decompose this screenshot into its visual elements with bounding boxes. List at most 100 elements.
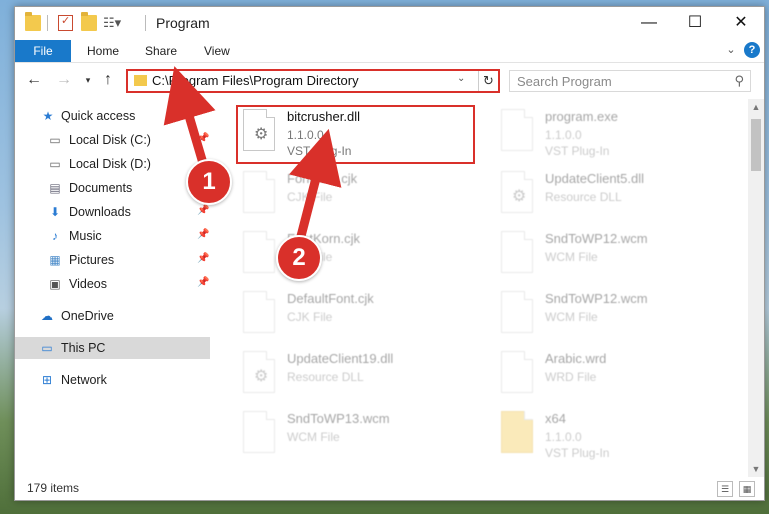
sidebar-item-network[interactable]: ⊞ Network (15, 369, 210, 391)
divider (47, 15, 48, 31)
file-type: WCM File (287, 430, 340, 444)
sidebar-item-label: Local Disk (C:) (69, 133, 151, 147)
minimize-button[interactable]: — (626, 7, 672, 40)
file-item[interactable]: ⚙ UpdateClient19.dll Resource DLL (239, 351, 479, 407)
file-icon (243, 411, 275, 453)
file-name: x64 (545, 411, 566, 426)
file-type: WCM File (545, 250, 598, 264)
scroll-up-icon[interactable]: ▲ (748, 99, 764, 115)
tab-view[interactable]: View (204, 40, 230, 62)
step-2-badge: 2 (276, 235, 322, 281)
divider (145, 15, 146, 31)
gear-icon: ⚙ (254, 368, 269, 385)
file-item[interactable]: program.exe 1.1.0.0 VST Plug-In (497, 109, 737, 165)
folder-icon (25, 12, 41, 31)
properties-icon[interactable] (58, 14, 73, 31)
star-icon: ★ (42, 109, 54, 123)
sidebar-item-label: Videos (69, 277, 107, 291)
sidebar-item-downloads[interactable]: ⬇ Downloads 📌 (15, 201, 210, 223)
folder-icon (501, 411, 533, 453)
address-bar[interactable]: C:\Program Files\Program Directory ⌄ ↻ (126, 69, 500, 93)
tab-file[interactable]: File (15, 40, 71, 62)
status-bar: 179 items ☰ ▦ (15, 477, 764, 500)
file-item[interactable]: SndToWP13.wcm WCM File (239, 411, 479, 467)
dll-file-icon: ⚙ (501, 171, 533, 213)
large-icons-view-icon[interactable]: ▦ (739, 481, 755, 497)
file-item[interactable]: ⚙ UpdateClient5.dll Resource DLL (497, 171, 737, 227)
exe-file-icon (501, 109, 533, 151)
search-box[interactable]: Search Program ⚲ (509, 70, 751, 92)
sidebar-item-pictures[interactable]: ▦ Pictures 📌 (15, 249, 210, 271)
folder-item[interactable]: x64 1.1.0.0 VST Plug-In (497, 411, 737, 467)
file-icon (243, 231, 275, 273)
tab-home[interactable]: Home (87, 40, 119, 62)
refresh-icon[interactable]: ↻ (478, 71, 498, 91)
chevron-down-icon[interactable]: ⌄ (457, 73, 465, 84)
folder-icon (134, 75, 147, 86)
sidebar-item-label: Downloads (69, 205, 131, 219)
pin-icon[interactable]: 📌 (197, 133, 209, 144)
sidebar-item-label: Documents (69, 181, 133, 195)
file-item[interactable]: Arabic.wrd WRD File (497, 351, 737, 407)
vertical-scrollbar[interactable]: ▲ ▼ (748, 99, 764, 477)
title-bar: ☷▾ Program — ☐ ✕ (15, 7, 764, 40)
close-button[interactable]: ✕ (718, 7, 764, 40)
back-arrow-icon[interactable]: ← (25, 71, 43, 89)
tab-share[interactable]: Share (145, 40, 177, 62)
search-icon[interactable]: ⚲ (734, 73, 744, 89)
up-arrow-icon[interactable]: ↑ (99, 71, 117, 89)
file-item[interactable]: SndToWP12.wcm WCM File (497, 291, 737, 347)
file-item[interactable]: SndToWP12.wcm WCM File (497, 231, 737, 287)
file-name: UpdateClient5.dll (545, 171, 645, 186)
search-input[interactable]: Search Program (517, 74, 612, 89)
navigation-pane: ★ Quick access ▭ Local Disk (C:) 📌 ▭ Loc… (15, 99, 210, 477)
sidebar-item-label: Local Disk (D:) (69, 157, 151, 171)
download-icon: ⬇ (49, 205, 61, 219)
help-icon[interactable]: ? (744, 42, 760, 58)
sidebar-item-label: OneDrive (61, 309, 114, 323)
new-folder-icon[interactable] (81, 12, 97, 31)
drive-icon: ▭ (49, 157, 61, 171)
computer-icon: ▭ (41, 341, 53, 355)
pin-icon[interactable]: 📌 (197, 253, 209, 264)
pin-icon[interactable]: 📌 (197, 205, 209, 216)
file-item[interactable]: DefaultFont.cjk CJK File (239, 291, 479, 347)
sidebar-item-this-pc[interactable]: ▭ This PC (15, 337, 210, 359)
file-icon (243, 291, 275, 333)
pin-icon[interactable]: 📌 (197, 277, 209, 288)
pictures-icon: ▦ (49, 253, 61, 267)
dll-file-icon: ⚙ (243, 351, 275, 393)
sidebar-item-documents[interactable]: ▤ Documents (15, 177, 210, 199)
ribbon-tabs: File Home Share View ⌄ ? (15, 40, 764, 63)
sidebar-item-local-disk-c[interactable]: ▭ Local Disk (C:) 📌 (15, 129, 210, 151)
pin-icon[interactable]: 📌 (197, 229, 209, 240)
file-type: WCM File (545, 310, 598, 324)
file-type: VST Plug-In (545, 446, 610, 460)
file-type: Resource DLL (545, 190, 622, 204)
sidebar-item-videos[interactable]: ▣ Videos 📌 (15, 273, 210, 295)
file-version: 1.1.0.0 (545, 128, 582, 142)
sidebar-item-local-disk-d[interactable]: ▭ Local Disk (D:) (15, 153, 210, 175)
sidebar-item-onedrive[interactable]: ☁ OneDrive (15, 305, 210, 327)
documents-icon: ▤ (49, 181, 61, 195)
scroll-down-icon[interactable]: ▼ (748, 461, 764, 477)
scroll-thumb[interactable] (751, 119, 761, 171)
customize-toolbar-icon[interactable]: ☷▾ (103, 15, 121, 31)
recent-locations-chevron-icon[interactable]: ▾ (79, 71, 97, 89)
forward-arrow-icon[interactable]: → (55, 71, 73, 89)
step-1-badge: 1 (186, 159, 232, 205)
expand-ribbon-icon[interactable]: ⌄ (723, 42, 739, 58)
file-name: DefaultFont.cjk (287, 291, 374, 306)
address-path[interactable]: C:\Program Files\Program Directory (152, 73, 359, 88)
file-item[interactable]: Fontconf.cjk CJK File (239, 171, 479, 227)
file-type: CJK File (287, 310, 333, 324)
details-view-icon[interactable]: ☰ (717, 481, 733, 497)
maximize-button[interactable]: ☐ (672, 7, 718, 40)
file-name: SndToWP13.wcm (287, 411, 390, 426)
navigation-bar: ← → ▾ ↑ C:\Program Files\Program Directo… (15, 63, 764, 97)
sidebar-item-quick-access[interactable]: ★ Quick access (15, 105, 210, 127)
file-name: SndToWP12.wcm (545, 231, 648, 246)
sidebar-item-music[interactable]: ♪ Music 📌 (15, 225, 210, 247)
file-item[interactable]: FontKorn.cjk CJK File (239, 231, 479, 287)
file-explorer-window: ☷▾ Program — ☐ ✕ File Home Share View ⌄ … (14, 6, 765, 501)
